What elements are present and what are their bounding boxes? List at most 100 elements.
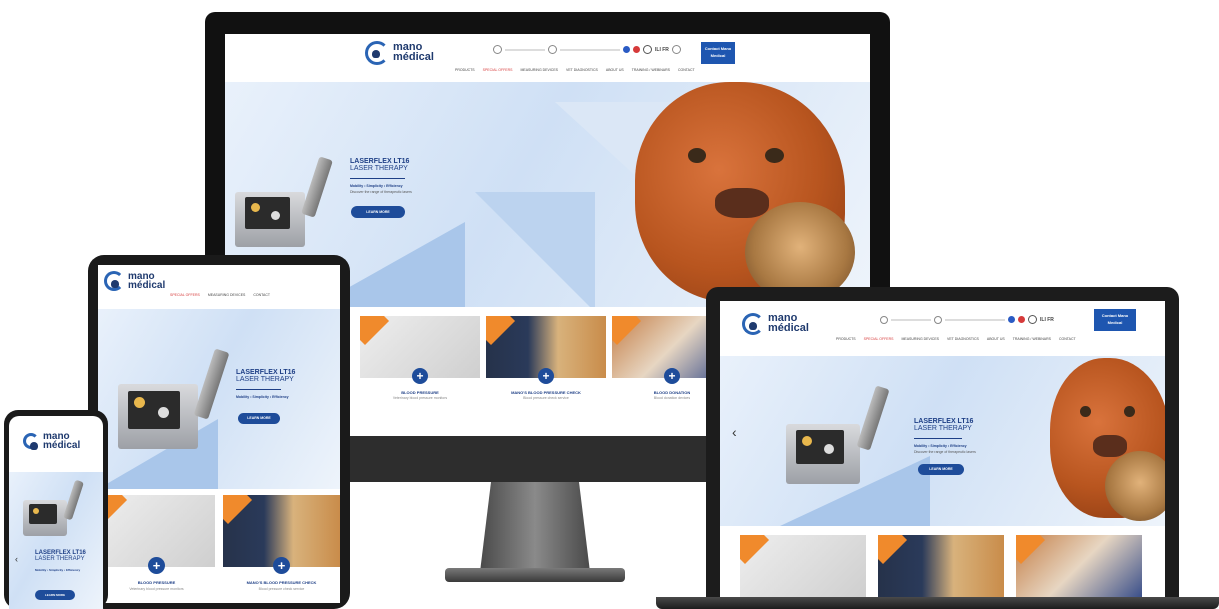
carousel-prev-icon[interactable]: ‹: [15, 554, 18, 564]
phone-screen: mano médical LASERFLEX LT16 LASER THERAP…: [9, 416, 103, 609]
nav-training[interactable]: Training / Webinars: [632, 68, 670, 72]
nav-measuring[interactable]: Measuring devices: [520, 68, 558, 72]
phone-device: mano médical LASERFLEX LT16 LASER THERAP…: [4, 410, 108, 609]
card-title: BLOOD PRESSURE: [137, 580, 176, 585]
category-cards: + BLOOD PRESSURE Veterinary blood pressu…: [360, 316, 732, 416]
card-subtitle: Veterinary blood pressure monitors: [392, 396, 448, 400]
header-icons: ILI FR: [493, 45, 681, 54]
brand-logo[interactable]: mano médical: [23, 432, 81, 451]
nav-contact[interactable]: Contact: [678, 68, 695, 72]
nav-special-offers[interactable]: Special offers: [864, 337, 894, 341]
logo-icon: [742, 313, 764, 335]
brand-logo[interactable]: mano médical: [742, 313, 809, 335]
card-subtitle: Veterinary blood pressure monitors: [129, 587, 184, 591]
carousel-prev-icon[interactable]: ‹: [732, 424, 737, 440]
logo-icon: [23, 433, 39, 450]
logo-line2: médical: [43, 440, 81, 451]
card-bp-check[interactable]: + MANO'S BLOOD PRESSURE CHECK Blood pres…: [223, 495, 340, 603]
contact-cta-button[interactable]: Contact Mano Medical: [701, 42, 735, 64]
card-blood-pressure[interactable]: + BLOOD PRESSURE Veterinary blood pressu…: [98, 495, 215, 603]
hero-banner: LASERFLEX LT16 LASER THERAPY Mobility • …: [9, 472, 103, 609]
brand-logo[interactable]: mano médical: [365, 41, 434, 65]
hero-tagline: Mobility • Simplicity • Efficiency: [35, 568, 81, 572]
nav-measuring[interactable]: Measuring devices: [901, 337, 939, 341]
hero-banner: ‹ LASERFLEX LT16 LASER THERAPY Mobility …: [720, 356, 1165, 526]
logo-icon: [104, 271, 124, 291]
hero-tagline: Mobility • Simplicity • Efficiency: [914, 444, 967, 448]
monitor-base: [445, 568, 625, 582]
laser-device-image: [23, 479, 84, 540]
hero-title-line2: LASER THERAPY: [914, 425, 972, 433]
plus-icon[interactable]: +: [148, 557, 165, 574]
nav-special-offers[interactable]: Special offers: [483, 68, 513, 72]
category-cards: [740, 535, 1142, 597]
hero-title: LASERFLEX LT16 LASER THERAPY: [35, 550, 86, 563]
instagram-icon[interactable]: [1028, 315, 1037, 324]
brand-logo[interactable]: mano médical: [104, 271, 165, 291]
phone-icon[interactable]: [493, 45, 502, 54]
laser-device-image: [786, 385, 896, 496]
language-switch[interactable]: ILI FR: [1040, 317, 1054, 323]
search-icon[interactable]: [671, 45, 681, 54]
main-nav: Products Special offers Measuring device…: [836, 337, 1076, 341]
nav-contact[interactable]: Contact: [1059, 337, 1076, 341]
youtube-icon[interactable]: [1018, 316, 1025, 323]
hero-title-line2: LASER THERAPY: [236, 376, 294, 384]
nav-special-offers[interactable]: Special offers: [170, 293, 200, 297]
nav-products[interactable]: Products: [455, 68, 475, 72]
instagram-icon[interactable]: [643, 45, 652, 54]
nav-training[interactable]: Training / Webinars: [1013, 337, 1051, 341]
plus-icon[interactable]: +: [273, 557, 290, 574]
contact-cta-button[interactable]: Contact Mano Medical: [1094, 309, 1136, 331]
card-subtitle: Blood pressure check service: [523, 396, 569, 400]
hero-subtitle: Discover the range of therapeutic lasers: [914, 450, 976, 454]
nav-diagnostics[interactable]: Vet diagnostics: [566, 68, 598, 72]
language-switch[interactable]: ILI FR: [655, 47, 669, 53]
main-nav: Special offers Measuring devices Contact: [170, 293, 270, 297]
card-blood-donation[interactable]: [1016, 535, 1142, 597]
logo-line2: médical: [393, 51, 434, 63]
facebook-icon[interactable]: [1008, 316, 1015, 323]
plus-icon[interactable]: +: [412, 368, 428, 384]
card-bp-check[interactable]: + MANO'S BLOOD PRESSURE CHECK Blood pres…: [486, 316, 606, 416]
nav-diagnostics[interactable]: Vet diagnostics: [947, 337, 979, 341]
card-bp-check[interactable]: [878, 535, 1004, 597]
plus-icon[interactable]: +: [664, 368, 680, 384]
learn-more-button[interactable]: LEARN MORE: [918, 464, 964, 475]
mail-icon[interactable]: [934, 315, 942, 324]
laser-device-image: [118, 348, 230, 459]
hero-title-line2: LASER THERAPY: [350, 165, 408, 173]
card-blood-pressure[interactable]: [740, 535, 866, 597]
logo-line2: médical: [768, 322, 809, 334]
facebook-icon[interactable]: [623, 46, 630, 53]
nav-about[interactable]: About us: [987, 337, 1005, 341]
card-title: MANO'S BLOOD PRESSURE CHECK: [511, 390, 581, 395]
hero-title-line2: LASER THERAPY: [35, 556, 85, 563]
tablet-device: mano médical Special offers Measuring de…: [88, 255, 350, 609]
youtube-icon[interactable]: [633, 46, 640, 53]
nav-contact[interactable]: Contact: [253, 293, 270, 297]
main-nav: Products Special offers Measuring device…: [455, 68, 695, 72]
phone-icon[interactable]: [880, 315, 888, 324]
hero-tagline: Mobility • Simplicity • Efficiency: [236, 395, 289, 399]
laser-device-image: [235, 152, 335, 252]
hero-title: LASERFLEX LT16 LASER THERAPY: [914, 418, 973, 433]
nav-about[interactable]: About us: [606, 68, 624, 72]
mail-icon[interactable]: [548, 45, 557, 54]
learn-more-button[interactable]: LEARN MORE: [238, 413, 280, 424]
card-blood-pressure[interactable]: + BLOOD PRESSURE Veterinary blood pressu…: [360, 316, 480, 416]
tablet-screen: mano médical Special offers Measuring de…: [98, 265, 340, 603]
hero-title-line1: LASERFLEX LT16: [236, 369, 296, 376]
hero-banner: LASERFLEX LT16 LASER THERAPY Mobility • …: [98, 309, 340, 489]
logo-line2: médical: [128, 280, 166, 291]
laptop-screen: mano médical ILI FR Contact Mano Medical…: [720, 301, 1165, 597]
card-subtitle: Blood pressure check service: [258, 587, 305, 591]
nav-measuring[interactable]: Measuring devices: [208, 293, 246, 297]
hero-title: LASERFLEX LT16 LASER THERAPY: [236, 369, 295, 384]
laptop-device: mano médical ILI FR Contact Mano Medical…: [706, 287, 1179, 597]
learn-more-button[interactable]: LEARN MORE: [35, 590, 75, 600]
plus-icon[interactable]: +: [538, 368, 554, 384]
nav-products[interactable]: Products: [836, 337, 856, 341]
laptop-base: [656, 597, 1219, 609]
learn-more-button[interactable]: LEARN MORE: [351, 206, 405, 218]
